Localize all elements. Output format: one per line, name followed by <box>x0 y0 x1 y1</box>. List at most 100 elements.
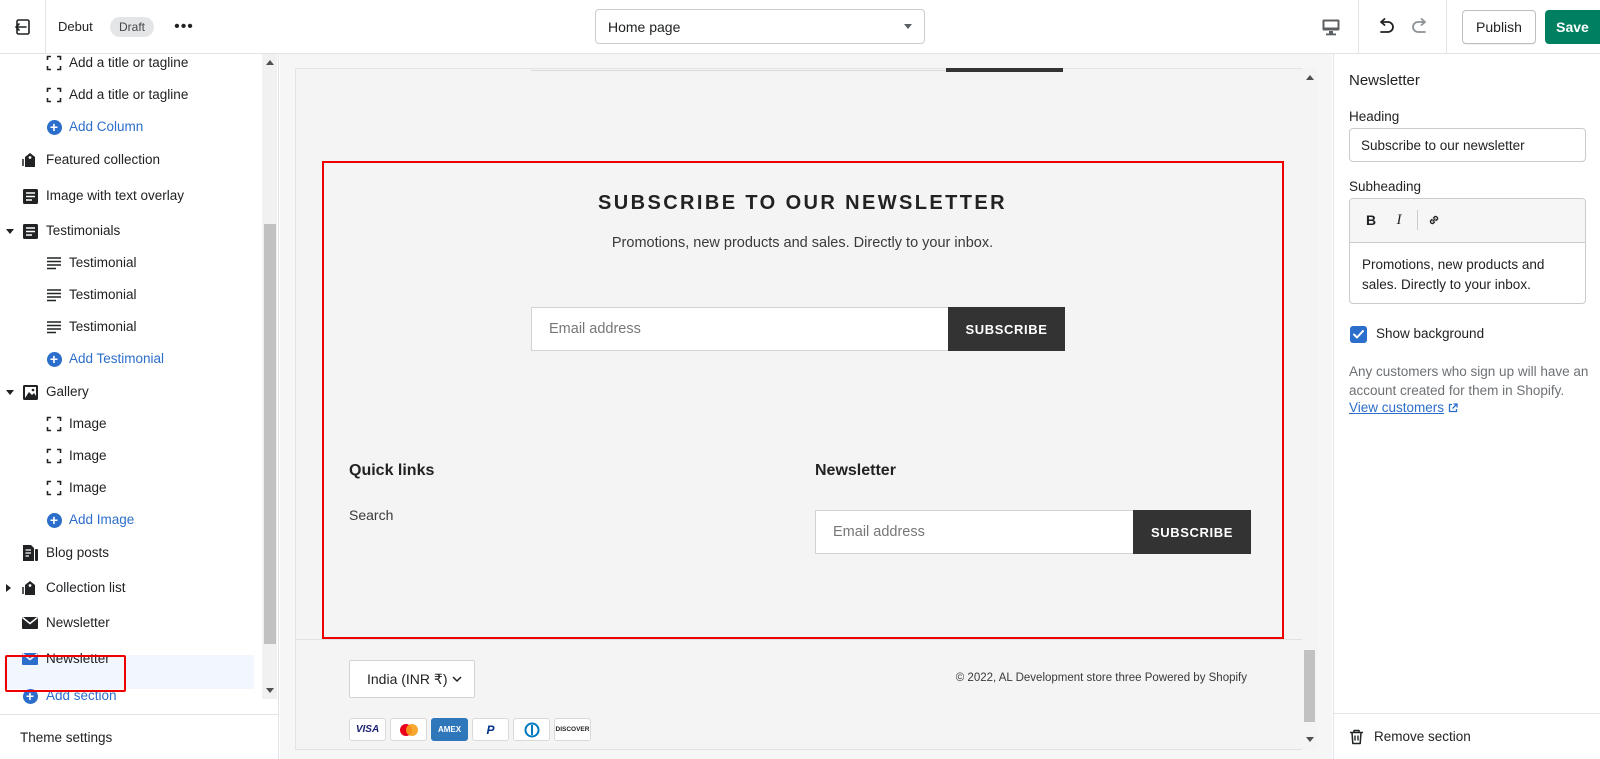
envelope-icon <box>21 614 39 632</box>
sidebar-item-testimonial[interactable]: Testimonial <box>0 279 255 311</box>
sidebar-item-label: Add a title or tagline <box>69 55 189 70</box>
sidebar-item-blog-posts[interactable]: Blog posts <box>0 537 255 569</box>
top-bar: Debut Draft ••• Home page Publish Save <box>0 0 1600 54</box>
sidebar-item-image[interactable]: Image <box>0 472 255 504</box>
sidebar-item-label: Testimonial <box>69 287 137 302</box>
sidebar-item-label: Image <box>69 416 107 431</box>
more-actions-button[interactable]: ••• <box>172 16 196 38</box>
sidebar-item-add-a-title-or-tagline[interactable]: Add a title or tagline <box>0 54 255 79</box>
subheading-value[interactable]: Promotions, new products and sales. Dire… <box>1362 255 1572 295</box>
visa-icon: VISA <box>349 718 386 741</box>
sidebar-item-add-a-title-or-tagline[interactable]: Add a title or tagline <box>0 79 255 111</box>
exit-editor-button[interactable] <box>0 0 46 54</box>
sidebar-item-newsletter[interactable]: Newsletter <box>0 607 255 639</box>
theme-name: Debut <box>58 19 93 34</box>
text-block-icon <box>21 187 39 205</box>
blog-icon <box>21 544 39 562</box>
chevron-down-icon <box>452 676 462 683</box>
heading-field[interactable]: Subscribe to our newsletter <box>1349 128 1586 162</box>
sidebar-item-label: Image with text overlay <box>46 188 185 203</box>
publish-button[interactable]: Publish <box>1462 10 1536 44</box>
sidebar-scroll-thumb[interactable] <box>264 224 276 644</box>
sidebar-item-collection-list[interactable]: Collection list <box>0 572 255 604</box>
text-block-icon <box>21 222 39 240</box>
amex-icon: AMEX <box>431 718 468 741</box>
add-button-add-image[interactable]: + Add Image <box>0 504 255 536</box>
sidebar-item-testimonial[interactable]: Testimonial <box>0 311 255 343</box>
sidebar-item-testimonial[interactable]: Testimonial <box>0 247 255 279</box>
scroll-down-arrow-icon[interactable] <box>266 688 274 693</box>
collection-tag-icon <box>21 579 39 597</box>
sidebar-item-image-with-text-overlay[interactable]: Image with text overlay <box>0 180 255 212</box>
sidebar-item-label: Testimonial <box>69 319 137 334</box>
redo-button[interactable] <box>1407 14 1433 40</box>
italic-button[interactable]: I <box>1390 211 1408 229</box>
add-button-add-column[interactable]: + Add Column <box>0 111 255 143</box>
text-lines-icon <box>45 254 63 272</box>
annotation-highlight <box>322 161 1284 639</box>
sidebar-item-featured-collection[interactable]: Featured collection <box>0 144 255 176</box>
chevron-right-icon[interactable] <box>6 584 11 592</box>
help-text: Any customers who sign up will have an a… <box>1349 364 1589 398</box>
sidebar-item-label: Gallery <box>46 384 89 399</box>
scroll-up-arrow-icon[interactable] <box>266 60 274 65</box>
block-dashed-icon <box>45 86 63 104</box>
more-dots-icon: ••• <box>174 18 194 35</box>
sidebar-item-image[interactable]: Image <box>0 440 255 472</box>
scroll-down-arrow-icon[interactable] <box>1306 737 1314 742</box>
panel-title: Newsletter <box>1349 72 1420 89</box>
save-button[interactable]: Save <box>1545 10 1600 44</box>
page-selector[interactable]: Home page <box>595 9 925 44</box>
sidebar-item-testimonials[interactable]: Testimonials <box>0 215 255 247</box>
divider <box>1446 0 1447 54</box>
caret-down-icon <box>904 24 912 29</box>
text-lines-icon <box>45 318 63 336</box>
sidebar-item-label: Add a title or tagline <box>69 87 189 102</box>
scroll-up-arrow-icon[interactable] <box>1306 75 1314 80</box>
add-button-add-testimonial[interactable]: + Add Testimonial <box>0 343 255 375</box>
currency-value: India (INR ₹) <box>367 670 448 687</box>
sidebar-item-gallery[interactable]: Gallery <box>0 376 255 408</box>
sidebar-item-label: Image <box>69 480 107 495</box>
preview-scrollbar[interactable] <box>1302 68 1317 750</box>
checkmark-icon <box>1353 330 1364 339</box>
subheading-label: Subheading <box>1349 179 1422 194</box>
undo-button[interactable] <box>1373 14 1399 40</box>
desktop-view-button[interactable] <box>1319 15 1343 39</box>
chevron-down-icon[interactable] <box>6 390 14 395</box>
cropped-input <box>531 68 946 71</box>
chevron-down-icon[interactable] <box>6 229 14 234</box>
show-background-checkbox[interactable] <box>1350 326 1367 343</box>
sidebar-item-label: Featured collection <box>46 152 161 167</box>
sections-sidebar: Add a title or tagline Add a title or tag… <box>0 54 279 759</box>
subheading-editor[interactable]: B I Promotions, new products and sales. … <box>1349 198 1586 304</box>
page-selector-value: Home page <box>608 18 681 35</box>
sidebar-item-label: Testimonials <box>46 223 121 238</box>
block-dashed-icon <box>45 447 63 465</box>
show-background-label[interactable]: Show background <box>1376 326 1484 341</box>
block-dashed-icon <box>45 479 63 497</box>
divider <box>1358 0 1359 54</box>
discover-icon: DISCOVER <box>554 718 591 741</box>
preview-scroll-thumb[interactable] <box>1304 650 1315 722</box>
remove-section-button[interactable]: Remove section <box>1334 713 1600 759</box>
theme-settings-label: Theme settings <box>20 729 113 745</box>
remove-section-label: Remove section <box>1374 729 1471 744</box>
view-customers-link[interactable]: View customers <box>1349 400 1458 415</box>
exit-icon <box>14 19 30 35</box>
copyright-text: © 2022, AL Development store three Power… <box>955 672 1247 684</box>
view-customers-label: View customers <box>1349 400 1445 415</box>
theme-settings-button[interactable]: Theme settings <box>0 714 278 759</box>
sidebar-item-label: Add Testimonial <box>69 351 165 366</box>
plus-circle-icon: + <box>45 350 63 368</box>
diners-club-icon <box>513 718 550 741</box>
sidebar-item-label: Testimonial <box>69 255 137 270</box>
collection-tag-icon <box>21 151 39 169</box>
external-link-icon <box>1448 402 1458 412</box>
mastercard-icon <box>390 718 427 741</box>
draft-badge: Draft <box>110 17 155 37</box>
bold-button[interactable]: B <box>1362 211 1380 229</box>
link-button[interactable] <box>1425 211 1443 229</box>
sidebar-item-image[interactable]: Image <box>0 408 255 440</box>
currency-selector[interactable]: India (INR ₹) <box>349 660 475 698</box>
